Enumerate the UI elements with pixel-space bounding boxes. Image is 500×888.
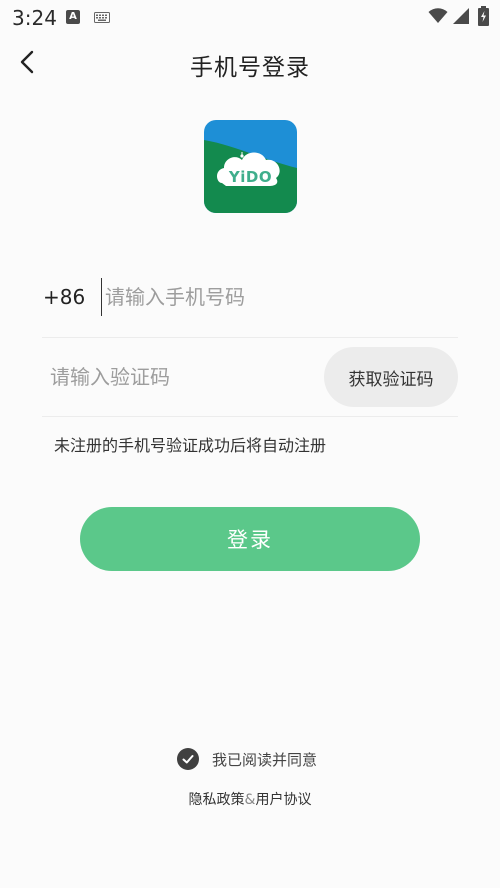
status-time: 3:24 (12, 6, 57, 30)
login-screen: 3:24 A 手机号登录 YiDO +86 请输入手机号码 请输入验证码 获取验… (0, 0, 500, 888)
get-code-button[interactable]: 获取验证码 (324, 347, 458, 407)
check-icon (182, 755, 194, 764)
status-bar: 3:24 A (0, 0, 500, 36)
agreement-checkbox[interactable] (177, 748, 199, 770)
logo-text: YiDO (228, 168, 273, 186)
app-logo: YiDO (204, 120, 297, 213)
notification-a-icon: A (66, 10, 80, 24)
user-agreement-link[interactable]: 用户协议 (255, 792, 311, 808)
divider (42, 416, 458, 417)
policy-separator: & (244, 792, 256, 808)
page-title: 手机号登录 (190, 55, 310, 81)
verification-code-input[interactable] (50, 358, 310, 396)
login-button[interactable]: 登录 (80, 507, 420, 571)
divider (42, 337, 458, 338)
logo-background (204, 120, 297, 213)
agreement-row: 我已阅读并同意 (0, 748, 500, 772)
country-code[interactable]: +86 (43, 285, 85, 309)
register-hint: 未注册的手机号验证成功后将自动注册 (54, 436, 327, 455)
signal-icon (453, 8, 469, 24)
agreement-label: 我已阅读并同意 (212, 751, 318, 769)
keyboard-icon (94, 12, 110, 23)
battery-icon (478, 6, 489, 26)
policy-links: 隐私政策&用户协议 (0, 789, 500, 809)
privacy-policy-link[interactable]: 隐私政策 (189, 792, 245, 808)
wifi-icon (428, 8, 448, 23)
phone-input[interactable] (101, 278, 461, 316)
